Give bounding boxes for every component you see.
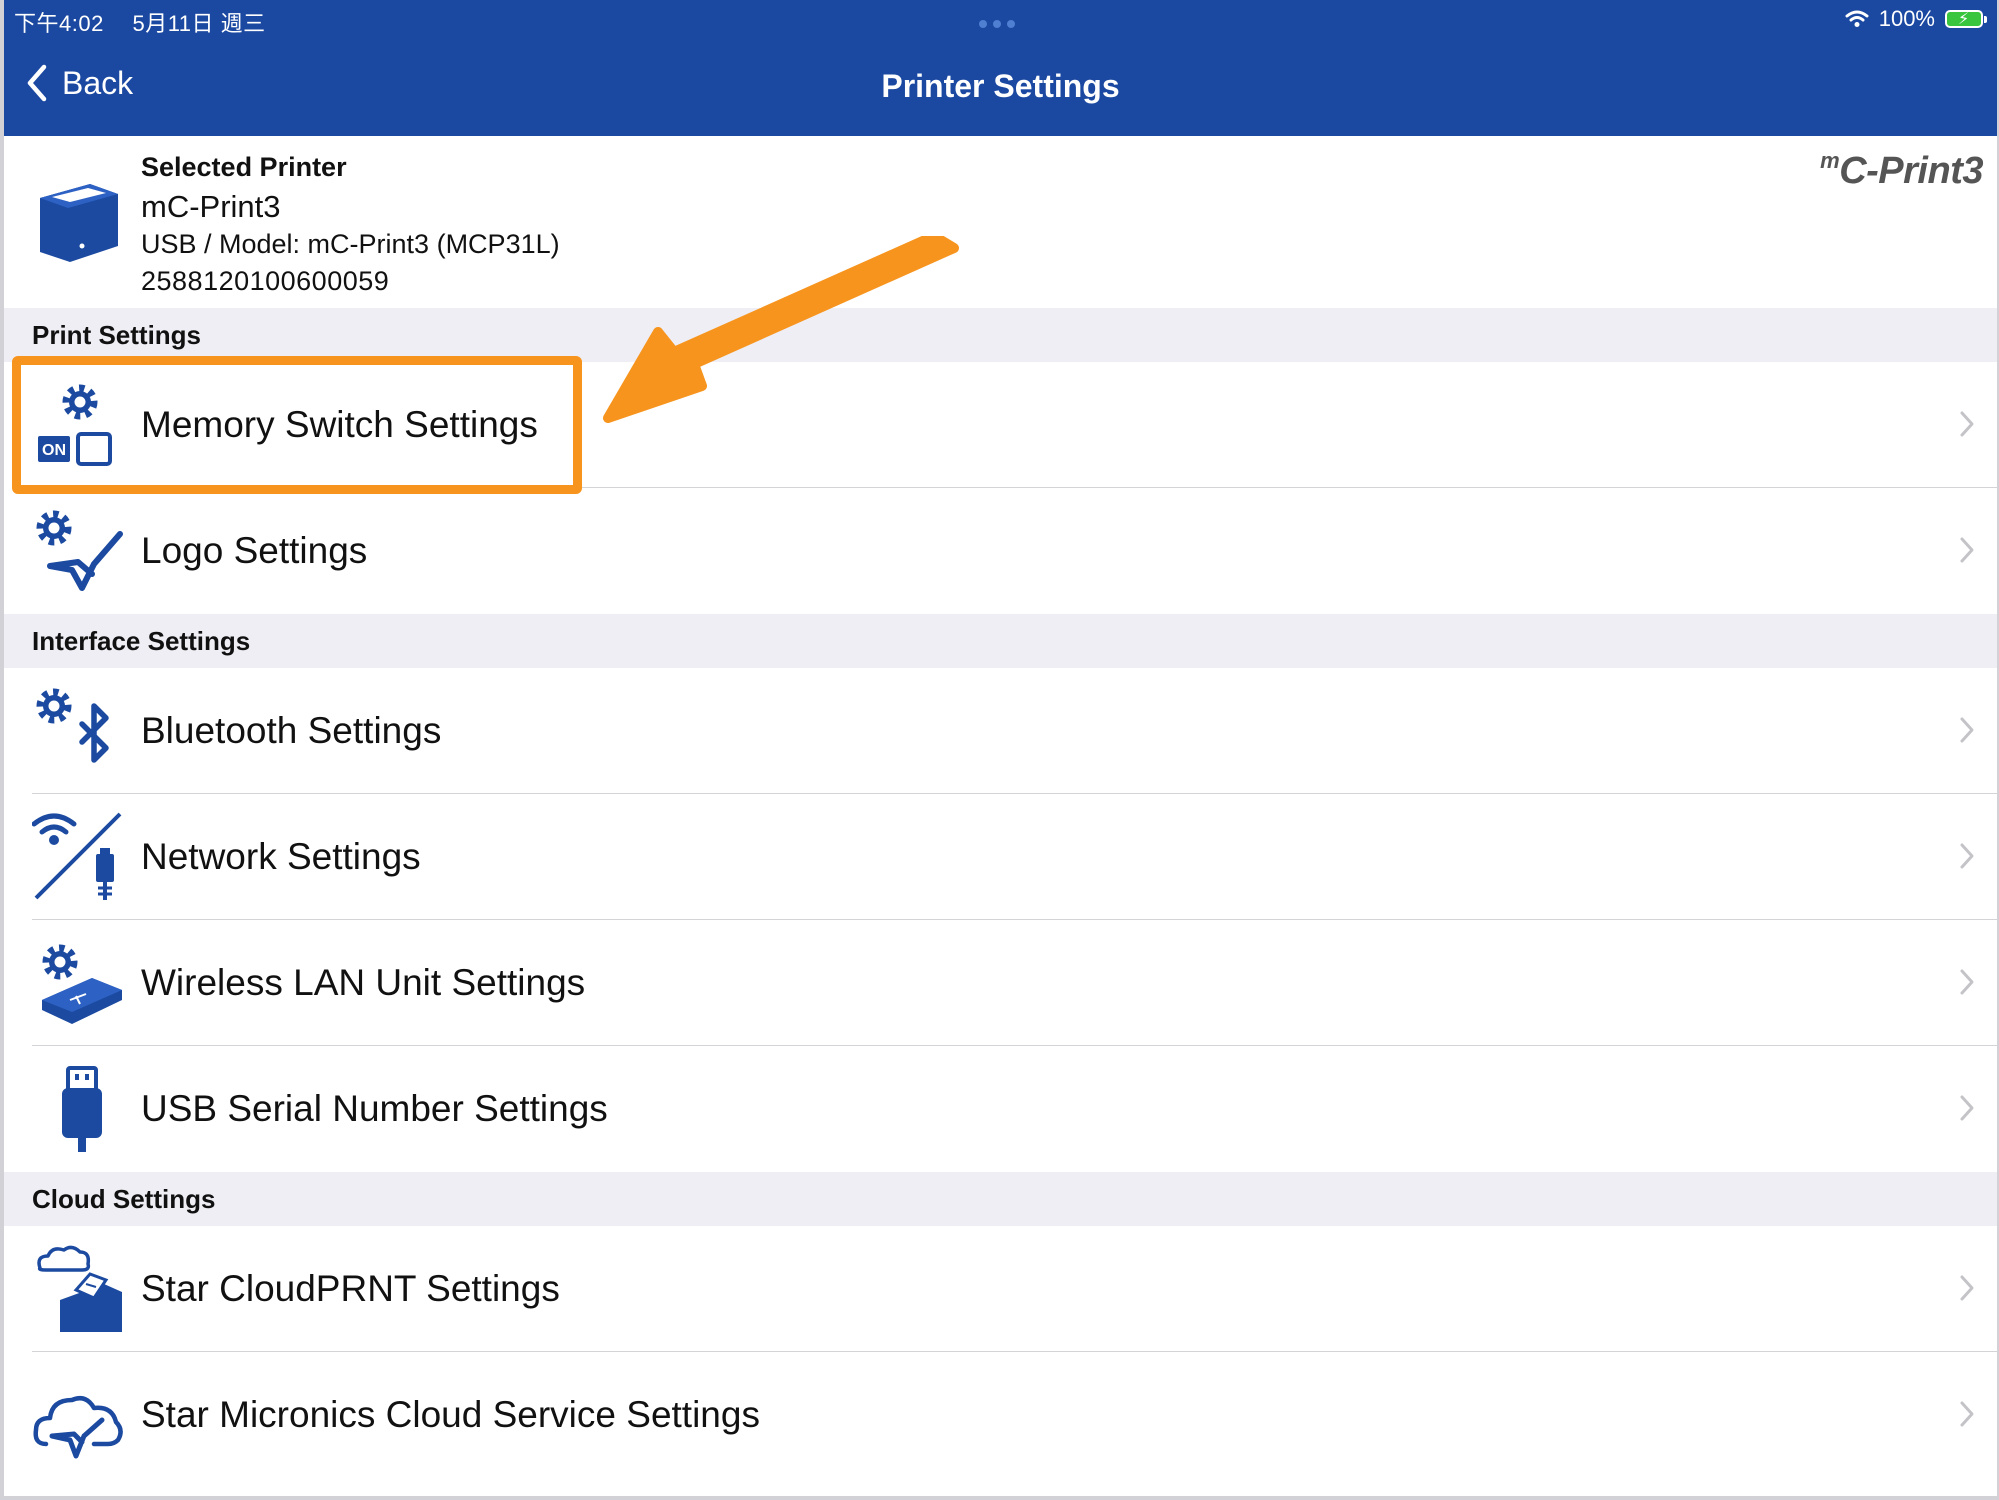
row-usb-serial-number-settings[interactable]: USB Serial Number Settings: [4, 1046, 1997, 1172]
chevron-right-icon: [1960, 717, 1974, 743]
printer-icon: [32, 180, 122, 271]
row-logo-settings[interactable]: Logo Settings: [4, 488, 1997, 614]
wifi-ethernet-icon: [31, 812, 124, 902]
selected-printer-panel: Selected Printer mC-Print3 USB / Model: …: [4, 136, 1997, 308]
printer-name: mC-Print3: [141, 189, 281, 224]
row-label: Network Settings: [141, 836, 421, 877]
gear-star-icon: [32, 506, 124, 596]
page-title: Printer Settings: [881, 68, 1120, 104]
row-star-cloudprnt-settings[interactable]: Star CloudPRNT Settings: [4, 1226, 1997, 1352]
usb-icon: [32, 1064, 124, 1154]
printer-info: Selected Printer mC-Print3 USB / Model: …: [141, 152, 560, 297]
row-label: Star CloudPRNT Settings: [141, 1268, 560, 1309]
chevron-right-icon: [1960, 1095, 1974, 1121]
section-header-interface: Interface Settings: [4, 614, 1997, 668]
printer-serial: 2588120100600059: [141, 266, 390, 296]
section-header-cloud: Cloud Settings: [4, 1172, 1997, 1226]
chevron-right-icon: [1960, 843, 1974, 869]
chevron-right-icon: [1960, 411, 1974, 437]
cloud-star-icon: [32, 1370, 124, 1460]
row-star-micronics-cloud-service-settings[interactable]: Star Micronics Cloud Service Settings: [4, 1352, 1997, 1478]
row-network-settings[interactable]: Network Settings: [4, 794, 1997, 920]
wifi-status-icon: [1845, 10, 1869, 27]
cloud-printer-icon: [32, 1244, 124, 1334]
multitasking-indicator[interactable]: [979, 20, 1015, 28]
app-screen: 下午4:02 5月11日 週三 100% ⚡ Back Printer Sett…: [4, 0, 1997, 1496]
gear-wlan-unit-icon: [32, 938, 124, 1028]
navigation-bar: 下午4:02 5月11日 週三 100% ⚡ Back Printer Sett…: [4, 0, 1997, 136]
orange-arrow-annotation: [603, 236, 959, 423]
section-header-print: Print Settings: [4, 308, 1997, 362]
chevron-right-icon: [1960, 1275, 1974, 1301]
gear-bluetooth-icon: [32, 686, 124, 776]
row-label: Bluetooth Settings: [141, 710, 442, 751]
row-label: USB Serial Number Settings: [141, 1088, 608, 1129]
brand-logo: mC-Print3: [1820, 148, 1983, 192]
chevron-right-icon: [1960, 1401, 1974, 1427]
battery-icon: ⚡: [1945, 10, 1987, 28]
status-bar-right: 100% ⚡: [1845, 6, 1987, 32]
status-date: 5月11日 週三: [132, 11, 266, 36]
row-wireless-lan-unit-settings[interactable]: Wireless LAN Unit Settings: [4, 920, 1997, 1046]
row-bluetooth-settings[interactable]: Bluetooth Settings: [4, 668, 1997, 794]
printer-model: USB / Model: mC-Print3 (MCP31L): [141, 229, 560, 259]
highlight-annotation-box: [12, 356, 582, 494]
row-label: Star Micronics Cloud Service Settings: [141, 1394, 760, 1435]
row-label: Wireless LAN Unit Settings: [141, 962, 586, 1003]
status-time: 下午4:02: [14, 11, 104, 36]
battery-percent: 100%: [1878, 6, 1935, 31]
chevron-right-icon: [1960, 537, 1974, 563]
selected-printer-label: Selected Printer: [141, 152, 347, 182]
status-bar-left: 下午4:02 5月11日 週三: [14, 6, 288, 38]
chevron-right-icon: [1960, 969, 1974, 995]
row-label: Logo Settings: [141, 530, 368, 571]
